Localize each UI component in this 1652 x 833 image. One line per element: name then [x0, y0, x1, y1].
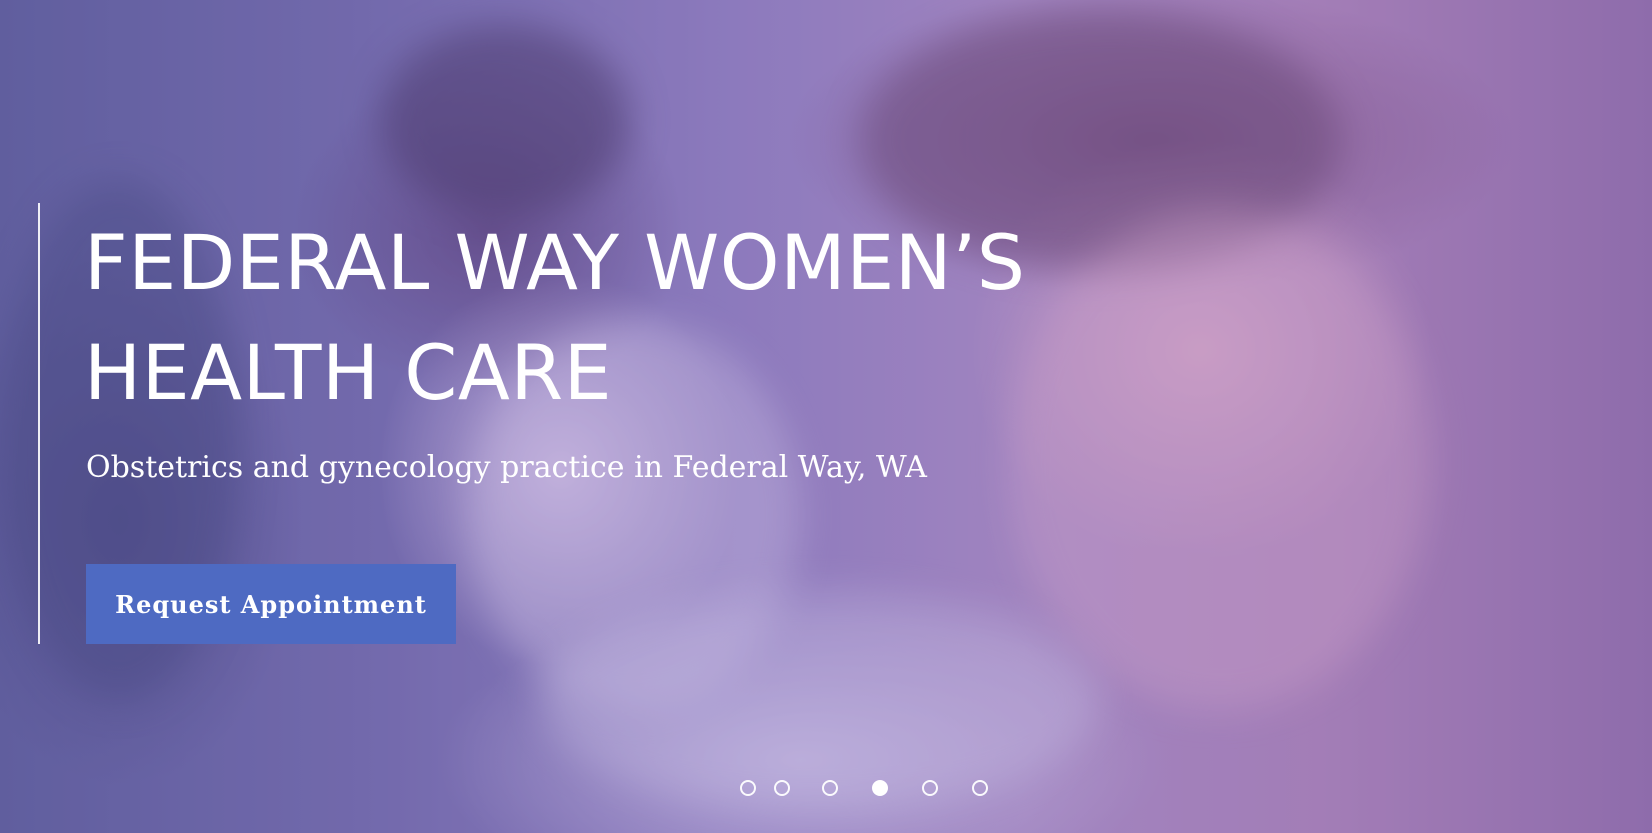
slider-dot-1[interactable] [740, 780, 756, 796]
vertical-divider [38, 203, 40, 644]
hero-title: FEDERAL WAY WOMEN’S HEALTH CARE [84, 208, 1284, 428]
hero-banner: FEDERAL WAY WOMEN’S HEALTH CARE Obstetri… [0, 0, 1652, 833]
hero-title-line-2: HEALTH CARE [84, 328, 613, 417]
slider-dot-6[interactable] [972, 780, 988, 796]
hero-content: FEDERAL WAY WOMEN’S HEALTH CARE Obstetri… [0, 0, 1652, 833]
slider-dot-4[interactable] [872, 780, 888, 796]
slider-pagination [740, 776, 1020, 800]
slider-dot-3[interactable] [822, 780, 838, 796]
hero-title-line-1: FEDERAL WAY WOMEN’S [84, 218, 1026, 307]
slider-dot-2[interactable] [774, 780, 790, 796]
request-appointment-button[interactable]: Request Appointment [86, 564, 456, 644]
slider-dot-5[interactable] [922, 780, 938, 796]
hero-subtitle: Obstetrics and gynecology practice in Fe… [86, 450, 927, 485]
